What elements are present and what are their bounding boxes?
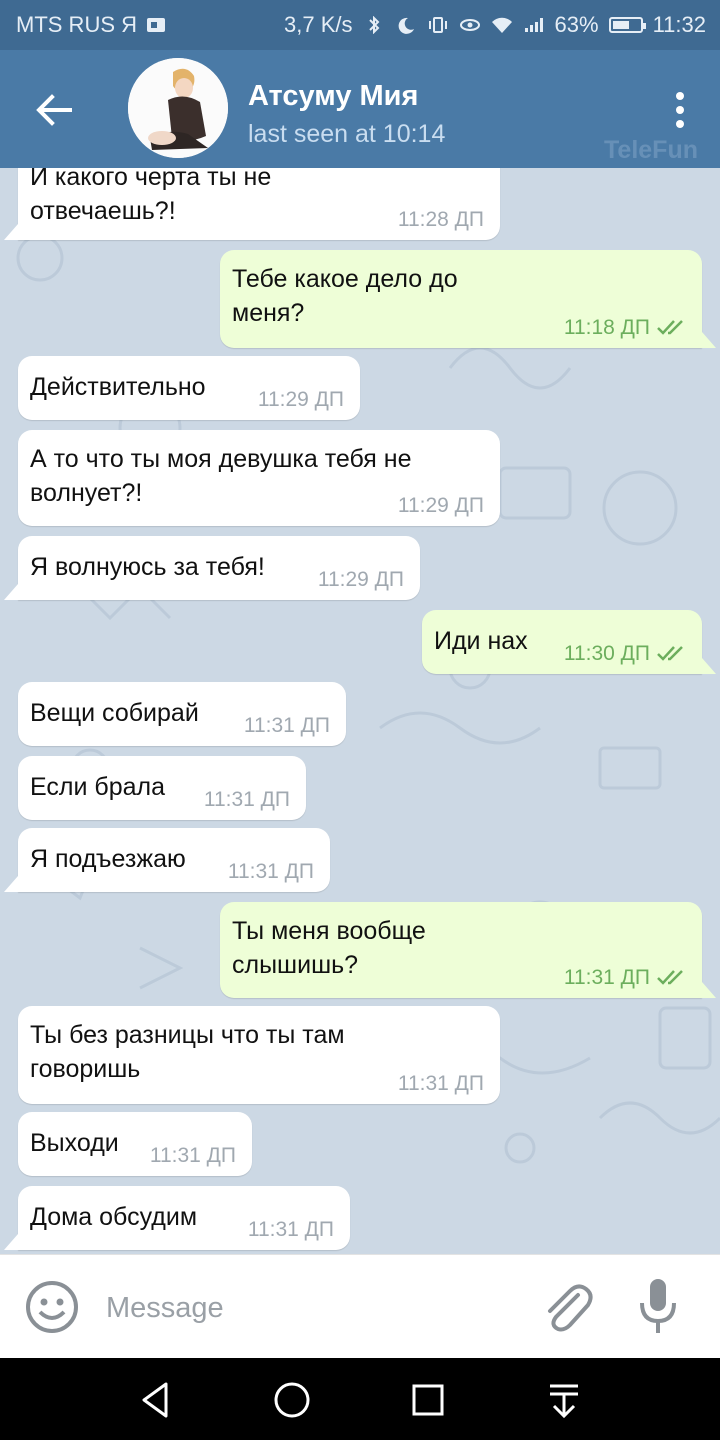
message-text: Действительно — [30, 373, 206, 401]
incoming-message-bubble[interactable]: Дома обсудим 11:31 ДП — [4, 1186, 350, 1250]
status-bar: MTS RUS Я 3,7 K/s 63% 11:32 — [0, 0, 720, 50]
message-time: 11:18 ДП — [563, 316, 650, 339]
do-not-disturb-moon-icon — [398, 17, 414, 34]
message-time: 11:29 ДП — [317, 568, 404, 591]
paperclip-icon[interactable] — [538, 1277, 594, 1337]
message-text: Ты без разницы что ты там — [30, 1021, 345, 1049]
incoming-message-bubble[interactable]: Я подъезжаю 11:31 ДП — [4, 828, 330, 892]
message-text: Вещи собирай — [30, 699, 199, 727]
vibrate-icon — [428, 17, 447, 33]
message-time: 11:29 ДП — [397, 494, 484, 517]
clock: 11:32 — [652, 12, 706, 37]
message-text: Дома обсудим — [30, 1203, 198, 1231]
message-time: 11:31 ДП — [227, 860, 314, 883]
outgoing-message-bubble[interactable]: Иди нах 11:30 ДП — [422, 610, 716, 674]
outgoing-message-bubble[interactable]: Тебе какое дело до меня? 11:18 ДП — [220, 250, 716, 348]
battery-icon — [608, 17, 646, 33]
message-input[interactable] — [104, 1283, 508, 1333]
message-text: слышишь? — [232, 951, 359, 979]
message-text: Выходи — [30, 1129, 119, 1157]
incoming-message-bubble[interactable]: Действительно 11:29 ДП — [18, 356, 360, 420]
message-text: говоришь — [30, 1055, 141, 1083]
watermark: TeleFun — [604, 136, 698, 164]
message-text: А то что ты моя девушка тебя не — [30, 445, 412, 473]
back-arrow-icon[interactable] — [32, 88, 76, 132]
signal-icon — [524, 18, 543, 32]
battery-level — [612, 21, 629, 29]
incoming-message-bubble[interactable]: Если брала 11:31 ДП — [18, 756, 306, 820]
microphone-icon[interactable] — [634, 1275, 682, 1339]
message-text: Я подъезжаю — [30, 845, 186, 873]
contact-avatar[interactable] — [128, 58, 228, 158]
last-seen-status: last seen at 10:14 — [248, 120, 446, 148]
read-double-check-icon — [657, 320, 683, 335]
incoming-message-bubble[interactable]: Я волнуюсь за тебя! 11:29 ДП — [4, 536, 420, 600]
outgoing-message-bubble[interactable]: Ты меня вообще слышишь? 11:31 ДП — [220, 902, 716, 998]
message-text: Ты меня вообще — [232, 917, 426, 945]
bluetooth-icon — [368, 16, 379, 34]
nav-recents-icon[interactable] — [408, 1380, 448, 1420]
message-text: волнует?! — [30, 479, 143, 507]
message-time: 11:31 ДП — [203, 788, 290, 811]
chat-messages[interactable]: И какого черта ты не отвечаешь?! 11:28 ДП Т… — [0, 168, 720, 1254]
carrier-label: MTS RUS Я — [16, 12, 137, 37]
message-text: Я волнуюсь за тебя! — [30, 553, 265, 581]
message-time: 11:31 ДП — [397, 1072, 484, 1095]
message-text: отвечаешь?! — [30, 197, 176, 225]
incoming-message-bubble[interactable]: Вещи собирай 11:31 ДП — [18, 682, 346, 746]
message-time: 11:31 ДП — [563, 966, 650, 989]
status-bar-left: MTS RUS Я — [16, 12, 167, 38]
status-bar-right: 3,7 K/s 63% 11:32 — [284, 12, 706, 38]
more-options-icon[interactable] — [670, 88, 690, 132]
avatar-image — [128, 58, 228, 158]
message-time: 11:31 ДП — [243, 714, 330, 737]
incoming-message-bubble[interactable]: И какого черта ты не отвечаешь?! 11:28 ДП — [4, 168, 500, 240]
message-text: Если брала — [30, 773, 166, 801]
incoming-message-bubble[interactable]: А то что ты моя девушка тебя не волнует?!… — [18, 430, 500, 526]
sim-card-icon — [147, 18, 165, 32]
nav-home-icon[interactable] — [272, 1380, 312, 1420]
message-time: 11:31 ДП — [247, 1218, 334, 1241]
nav-notifications-icon[interactable] — [544, 1380, 584, 1420]
message-time: 11:29 ДП — [257, 388, 344, 411]
eye-comfort-icon — [459, 19, 480, 31]
message-composer — [0, 1254, 720, 1359]
incoming-message-bubble[interactable]: Ты без разницы что ты там говоришь 11:31 Д… — [18, 1006, 500, 1104]
read-double-check-icon — [657, 970, 683, 985]
contact-name[interactable]: Атсуму Мия — [248, 80, 418, 113]
battery-percent: 63% — [554, 12, 599, 37]
message-text: меня? — [232, 299, 305, 327]
system-navigation-bar — [0, 1358, 720, 1440]
wifi-icon — [491, 17, 512, 33]
message-text: Тебе какое дело до — [232, 265, 458, 293]
nav-back-icon[interactable] — [136, 1380, 176, 1420]
message-text: И какого черта ты не — [30, 168, 272, 191]
incoming-message-bubble[interactable]: Выходи 11:31 ДП — [18, 1112, 252, 1176]
message-text: Иди нах — [434, 627, 528, 655]
message-time: 11:30 ДП — [563, 642, 650, 665]
read-double-check-icon — [657, 646, 683, 661]
chat-header: Атсуму Мия last seen at 10:14 TeleFun — [0, 50, 720, 168]
emoji-icon[interactable] — [24, 1279, 80, 1335]
message-time: 11:28 ДП — [397, 208, 484, 231]
message-time: 11:31 ДП — [149, 1144, 236, 1167]
network-speed: 3,7 K/s — [284, 12, 353, 37]
